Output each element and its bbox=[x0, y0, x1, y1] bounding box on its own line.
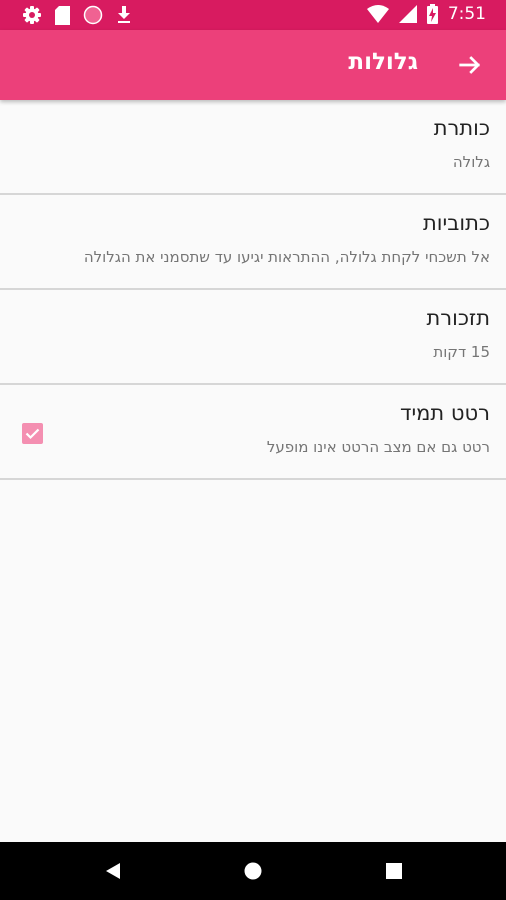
status-left-icons bbox=[22, 5, 132, 25]
navigation-bar bbox=[0, 842, 506, 900]
pref-title-label: כותרת bbox=[433, 116, 490, 140]
page-title: גלולות bbox=[348, 49, 418, 75]
sd-card-icon bbox=[55, 5, 70, 25]
pref-vibrate-summary: רטט גם אם מצב הרטט אינו מופעל bbox=[266, 438, 490, 456]
battery-charging-icon bbox=[426, 4, 438, 24]
circle-icon bbox=[83, 5, 103, 25]
download-icon bbox=[118, 6, 130, 23]
gear-icon bbox=[23, 6, 41, 24]
pref-subtitles-item[interactable]: כתוביות אל תשכחי לקחת גלולה, ההתראות יגי… bbox=[0, 195, 506, 290]
pref-vibrate-item[interactable]: רטט תמיד רטט גם אם מצב הרטט אינו מופעל bbox=[0, 385, 506, 480]
home-circle-icon[interactable] bbox=[243, 861, 263, 881]
status-right-icons: 7:51 bbox=[366, 4, 486, 24]
settings-list: כותרת גלולה כתוביות אל תשכחי לקחת גלולה,… bbox=[0, 100, 506, 480]
app-bar: גלולות bbox=[0, 30, 506, 100]
pref-reminder-label: תזכורת bbox=[426, 306, 490, 330]
pref-vibrate-label: רטט תמיד bbox=[400, 401, 490, 425]
wifi-icon bbox=[366, 5, 389, 23]
pref-reminder-item[interactable]: תזכורת 15 דקות bbox=[0, 290, 506, 385]
vibrate-checkbox[interactable] bbox=[22, 423, 43, 444]
arrow-right-icon[interactable] bbox=[456, 51, 484, 79]
pref-subtitles-label: כתוביות bbox=[423, 211, 490, 235]
status-time: 7:51 bbox=[447, 4, 486, 24]
pref-reminder-summary: 15 דקות bbox=[433, 343, 490, 361]
back-triangle-icon[interactable] bbox=[104, 861, 122, 881]
status-bar: 7:51 bbox=[0, 0, 506, 30]
signal-icon bbox=[398, 5, 417, 23]
pref-title-summary: גלולה bbox=[452, 153, 490, 171]
check-icon bbox=[25, 428, 40, 440]
pref-title-item[interactable]: כותרת גלולה bbox=[0, 100, 506, 195]
pref-subtitles-summary: אל תשכחי לקחת גלולה, ההתראות יגיעו עד שת… bbox=[83, 248, 490, 266]
recents-square-icon[interactable] bbox=[385, 861, 403, 881]
